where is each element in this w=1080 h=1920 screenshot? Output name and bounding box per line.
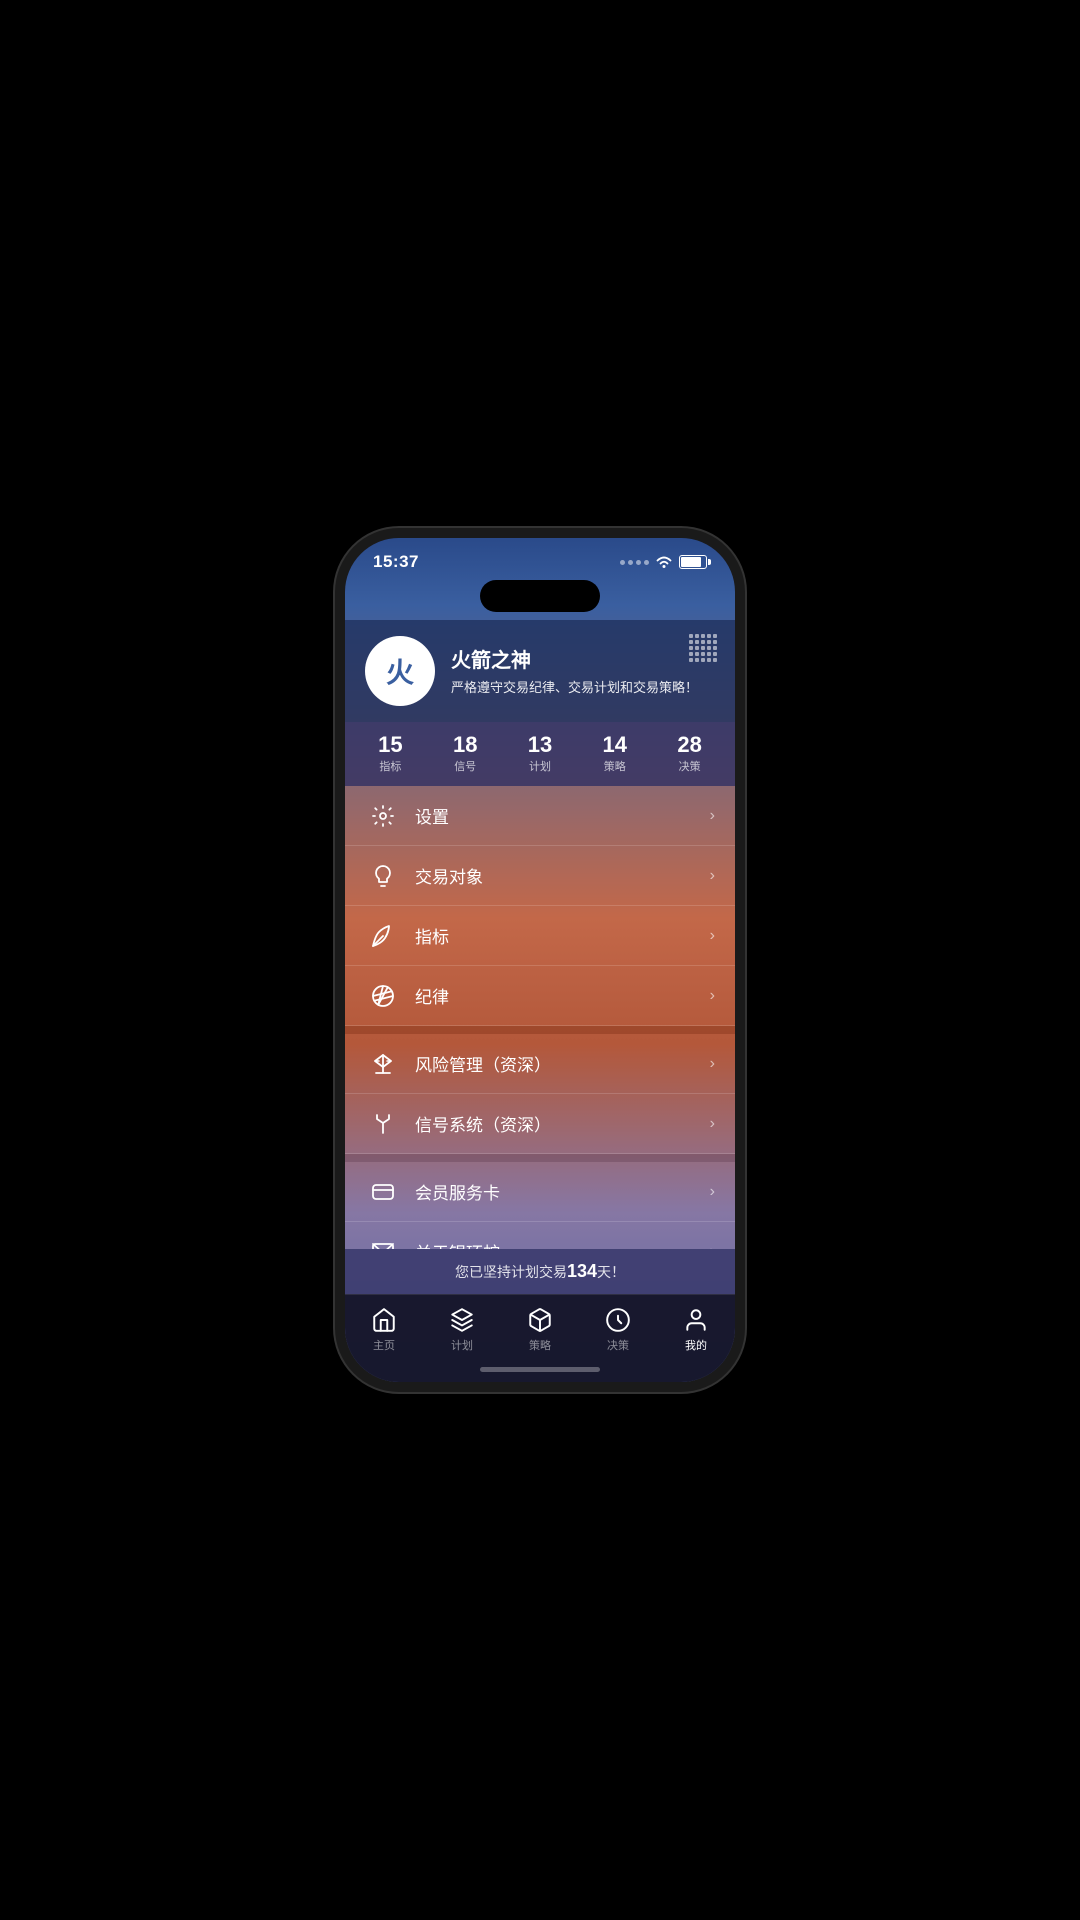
menu-item-signal-system[interactable]: 信号系统（资深） ›	[345, 1094, 735, 1154]
menu-label-settings: 设置	[415, 803, 710, 828]
stat-number-stat-decisions: 28	[677, 734, 701, 756]
banner-days: 134	[567, 1261, 597, 1281]
stat-number-stat-plans: 13	[528, 734, 552, 756]
tab-label-mine: 我的	[685, 1337, 707, 1353]
menu-icon-settings	[365, 798, 401, 834]
stat-label-stat-indicators: 指标	[379, 758, 401, 774]
tab-item-home[interactable]: 主页	[359, 1303, 409, 1357]
tab-label-strategy: 策略	[529, 1337, 551, 1353]
tab-item-mine[interactable]: 我的	[671, 1303, 721, 1357]
menu-item-membership[interactable]: 会员服务卡 ›	[345, 1162, 735, 1222]
stat-label-stat-signals: 信号	[454, 758, 476, 774]
chevron-right-icon: ›	[710, 867, 715, 885]
chevron-right-icon: ›	[710, 1115, 715, 1133]
battery-icon	[679, 555, 707, 569]
stat-item-stat-indicators: 15 指标	[378, 734, 402, 774]
menu-item-settings[interactable]: 设置 ›	[345, 786, 735, 846]
menu-icon-membership	[365, 1174, 401, 1210]
status-bar: 15:37	[345, 538, 735, 580]
menu-separator-2	[345, 1154, 735, 1162]
stat-item-stat-signals: 18 信号	[453, 734, 477, 774]
menu-item-risk-management[interactable]: 风险管理（资深） ›	[345, 1034, 735, 1094]
menu-item-indicators[interactable]: 指标 ›	[345, 906, 735, 966]
tab-item-strategy[interactable]: 策略	[515, 1303, 565, 1357]
stat-item-stat-decisions: 28 决策	[677, 734, 701, 774]
stat-item-stat-plans: 13 计划	[528, 734, 552, 774]
avatar: 火	[365, 636, 435, 706]
banner-prefix: 您已坚持计划交易	[455, 1264, 567, 1280]
stat-number-stat-indicators: 15	[378, 734, 402, 756]
stats-bar: 15 指标 18 信号 13 计划 14 策略 28 决策	[345, 722, 735, 786]
chevron-right-icon: ›	[710, 1055, 715, 1073]
menu-label-trading-objects: 交易对象	[415, 863, 710, 888]
menu-label-signal-system: 信号系统（资深）	[415, 1111, 710, 1136]
stat-label-stat-plans: 计划	[529, 758, 551, 774]
menu-icon-discipline	[365, 978, 401, 1014]
tab-label-home: 主页	[373, 1337, 395, 1353]
menu-label-membership: 会员服务卡	[415, 1179, 710, 1204]
menu-icon-signal-system	[365, 1106, 401, 1142]
bottom-banner: 您已坚持计划交易134天！	[345, 1249, 735, 1294]
menu-icon-trading-objects	[365, 858, 401, 894]
home-bar	[480, 1367, 600, 1372]
stat-label-stat-decisions: 决策	[679, 758, 701, 774]
menu-item-trading-objects[interactable]: 交易对象 ›	[345, 846, 735, 906]
menu-label-about: 关于银环蛇	[415, 1239, 710, 1249]
status-time: 15:37	[373, 552, 419, 572]
tab-icon-strategy	[527, 1307, 553, 1333]
menu-section: 设置 › 交易对象 › 指标 › 纪律 › 风险管理（资深） › 信号系统（资深…	[345, 786, 735, 1249]
header-info: 火箭之神 严格遵守交易纪律、交易计划和交易策略！	[451, 644, 715, 697]
status-icons	[620, 555, 707, 569]
chevron-right-icon: ›	[710, 987, 715, 1005]
chevron-right-icon: ›	[710, 807, 715, 825]
avatar-char: 火	[386, 651, 414, 691]
banner-suffix: 天！	[597, 1264, 625, 1280]
tab-icon-home	[371, 1307, 397, 1333]
tab-label-decision: 决策	[607, 1337, 629, 1353]
stat-item-stat-strategies: 14 策略	[603, 734, 627, 774]
signal-dots-icon	[620, 560, 649, 565]
menu-label-discipline: 纪律	[415, 983, 710, 1008]
user-name: 火箭之神	[451, 644, 715, 673]
menu-item-about[interactable]: 关于银环蛇 ›	[345, 1222, 735, 1249]
menu-label-indicators: 指标	[415, 923, 710, 948]
stat-number-stat-signals: 18	[453, 734, 477, 756]
menu-label-risk-management: 风险管理（资深）	[415, 1051, 710, 1076]
menu-icon-about	[365, 1234, 401, 1250]
tab-item-plan[interactable]: 计划	[437, 1303, 487, 1357]
phone-shell: 15:37	[345, 538, 735, 1382]
stat-number-stat-strategies: 14	[603, 734, 627, 756]
tab-icon-plan	[449, 1307, 475, 1333]
user-motto: 严格遵守交易纪律、交易计划和交易策略！	[451, 679, 715, 697]
menu-icon-indicators	[365, 918, 401, 954]
dynamic-island	[480, 580, 600, 612]
banner-text: 您已坚持计划交易134天！	[357, 1261, 723, 1282]
grid-dots-icon[interactable]	[687, 632, 719, 664]
tab-icon-decision	[605, 1307, 631, 1333]
chevron-right-icon: ›	[710, 927, 715, 945]
wifi-icon	[655, 555, 673, 569]
tab-label-plan: 计划	[451, 1337, 473, 1353]
home-indicator	[345, 1361, 735, 1382]
tab-bar: 主页 计划 策略 决策 我的	[345, 1294, 735, 1361]
header-section: 火 火箭之神 严格遵守交易纪律、交易计划和交易策略！	[345, 620, 735, 722]
menu-item-discipline[interactable]: 纪律 ›	[345, 966, 735, 1026]
stat-label-stat-strategies: 策略	[604, 758, 626, 774]
chevron-right-icon: ›	[710, 1183, 715, 1201]
menu-icon-risk-management	[365, 1046, 401, 1082]
tab-item-decision[interactable]: 决策	[593, 1303, 643, 1357]
menu-separator-1	[345, 1026, 735, 1034]
phone-screen: 15:37	[345, 538, 735, 1382]
tab-icon-mine	[683, 1307, 709, 1333]
